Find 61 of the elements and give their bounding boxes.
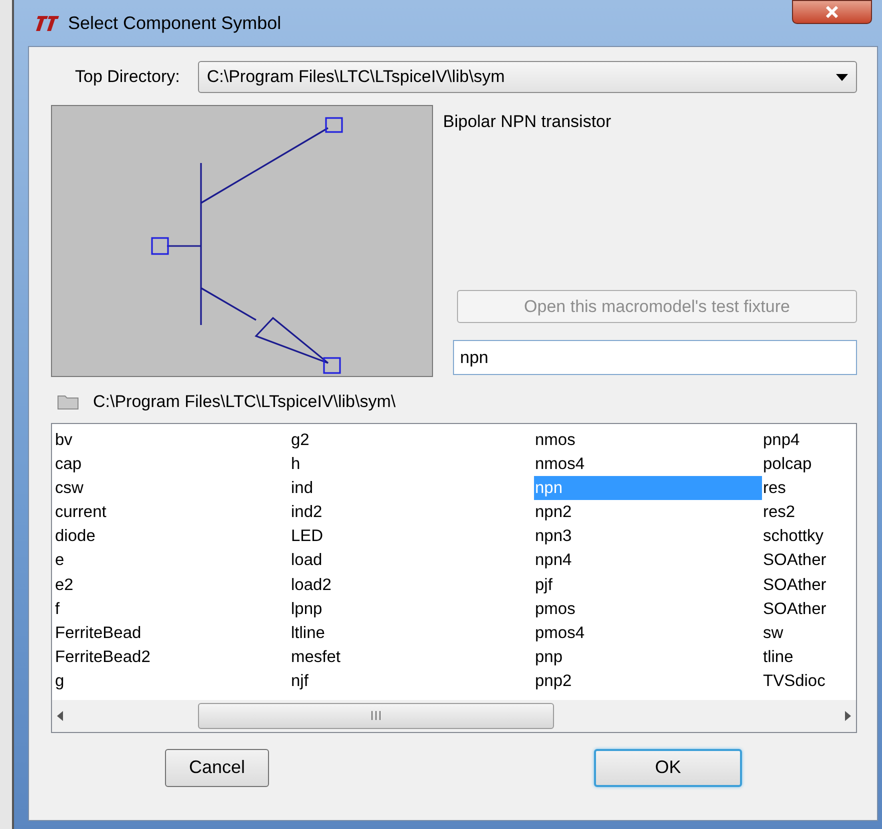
list-item[interactable]: pnp4 <box>762 428 854 452</box>
list-item[interactable]: ind <box>290 476 534 500</box>
list-item[interactable]: polcap <box>762 452 854 476</box>
list-item[interactable]: nmos4 <box>534 452 762 476</box>
symbol-list[interactable] <box>51 422 857 732</box>
list-item[interactable]: h <box>290 452 534 476</box>
list-item[interactable]: g <box>54 669 290 694</box>
list-item[interactable]: LED <box>290 524 534 548</box>
list-item[interactable]: f <box>54 596 290 621</box>
list-item[interactable]: SOAther <box>762 572 854 597</box>
search-field[interactable]: npn <box>453 340 857 375</box>
list-item[interactable]: nmos <box>534 428 762 452</box>
list-item[interactable]: ind2 <box>290 500 534 524</box>
list-item[interactable]: pmos4 <box>534 621 762 646</box>
list-item[interactable]: e2 <box>54 572 290 597</box>
list-item[interactable]: pnp <box>534 645 762 670</box>
list-item[interactable]: diode <box>54 524 290 548</box>
list-item[interactable]: sw <box>762 621 854 646</box>
list-item[interactable]: SOAther <box>762 548 854 573</box>
list-item[interactable]: res2 <box>762 500 854 524</box>
list-item[interactable]: load2 <box>290 572 534 597</box>
list-item[interactable]: e <box>54 548 290 573</box>
scrollbar-thumb[interactable] <box>198 702 554 728</box>
logo-icon <box>34 14 60 32</box>
list-item[interactable]: mesfet <box>290 645 534 670</box>
top-directory-label: Top Directory: <box>75 66 180 88</box>
list-item[interactable]: bv <box>54 428 290 452</box>
list-item[interactable]: FerriteBead2 <box>54 645 290 670</box>
directory-path: C:\Program Files\LTC\LTspiceIV\lib\sym\ <box>93 391 396 413</box>
list-item[interactable]: current <box>54 500 290 524</box>
list-item[interactable]: TVSdioc <box>762 669 854 694</box>
close-icon <box>825 6 839 18</box>
list-item[interactable]: pjf <box>534 572 762 597</box>
list-item[interactable]: npn4 <box>534 548 762 573</box>
top-directory-dropdown[interactable]: C:\Program Files\LTC\LTspiceIV\lib\sym <box>198 61 857 93</box>
component-description: Bipolar NPN transistor <box>443 111 612 133</box>
list-item[interactable]: g2 <box>290 428 534 452</box>
list-item[interactable]: ltline <box>290 621 534 646</box>
grip-icon <box>370 711 382 720</box>
scroll-left-icon[interactable] <box>56 710 64 720</box>
list-item[interactable]: csw <box>54 476 290 500</box>
scroll-right-icon[interactable] <box>844 710 852 720</box>
list-item[interactable]: cap <box>54 452 290 476</box>
dialog-button[interactable]: OK <box>594 748 742 786</box>
list-item[interactable]: npn3 <box>534 524 762 548</box>
list-item[interactable]: pnp2 <box>534 669 762 694</box>
list-item[interactable]: tline <box>762 645 854 670</box>
dialog-button[interactable]: Cancel <box>165 748 269 786</box>
folder-icon <box>57 394 79 410</box>
list-item[interactable]: res <box>762 476 854 500</box>
list-item[interactable]: lpnp <box>290 596 534 621</box>
list-item[interactable]: schottky <box>762 524 854 548</box>
list-item[interactable]: SOAther <box>762 596 854 621</box>
window-title: Select Component Symbol <box>68 12 282 35</box>
list-item[interactable]: FerriteBead <box>54 621 290 646</box>
list-item[interactable]: pmos <box>534 596 762 621</box>
list-item[interactable]: npn2 <box>534 500 762 524</box>
list-item[interactable]: njf <box>290 669 534 694</box>
caret-icon <box>836 74 848 80</box>
list-item[interactable]: load <box>290 548 534 573</box>
close-button[interactable] <box>792 0 872 24</box>
